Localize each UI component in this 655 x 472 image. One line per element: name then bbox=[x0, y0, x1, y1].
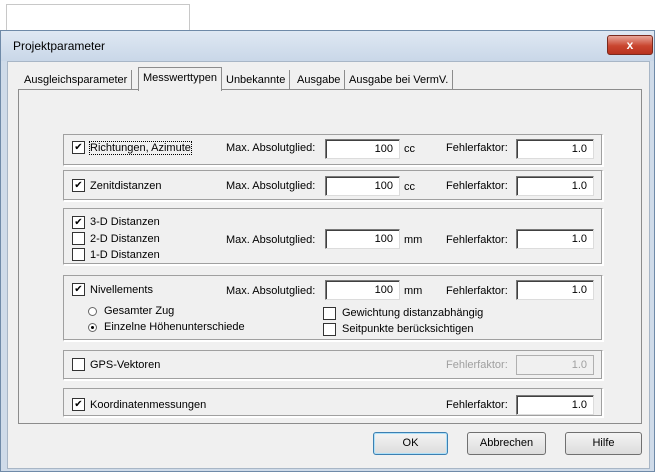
tab-messwerttypen[interactable]: Messwerttypen bbox=[138, 67, 222, 91]
nivellements-label: Nivellements bbox=[90, 284, 153, 296]
tab-ausgleichsparameter[interactable]: Ausgleichsparameter bbox=[20, 70, 133, 90]
title-bar: Projektparameter x bbox=[1, 31, 654, 61]
max-absolutglied-label: Max. Absolutglied: bbox=[226, 234, 316, 246]
einzelne-hoehen-radio[interactable] bbox=[88, 323, 97, 332]
koordinaten-checkbox[interactable]: ✔ bbox=[72, 398, 85, 411]
max-absolutglied-label: Max. Absolutglied: bbox=[226, 142, 316, 154]
distanzen-max-input[interactable]: 100 bbox=[325, 229, 400, 249]
zenit-max-input[interactable]: 100 bbox=[325, 176, 400, 196]
zenit-unit: cc bbox=[404, 181, 415, 193]
fehlerfaktor-label: Fehlerfaktor: bbox=[446, 234, 508, 246]
richtungen-factor-input[interactable]: 1.0 bbox=[516, 139, 594, 159]
ok-button[interactable]: OK bbox=[373, 432, 448, 455]
cancel-button[interactable]: Abbrechen bbox=[467, 432, 546, 455]
koordinaten-factor-input[interactable]: 1.0 bbox=[516, 395, 594, 415]
richtungen-label: Richtungen, Azimute bbox=[89, 141, 192, 155]
close-icon: x bbox=[626, 38, 634, 52]
fehlerfaktor-label: Fehlerfaktor: bbox=[446, 142, 508, 154]
zenit-label: Zenitdistanzen bbox=[90, 180, 162, 192]
seitpunkte-label: Seitpunkte berücksichtigen bbox=[342, 323, 474, 335]
distanz-1d-label: 1-D Distanzen bbox=[90, 249, 160, 261]
gps-label: GPS-Vektoren bbox=[90, 359, 161, 371]
window-title: Projektparameter bbox=[13, 39, 106, 53]
zenit-factor-input[interactable]: 1.0 bbox=[516, 176, 594, 196]
distanz-1d-checkbox[interactable] bbox=[72, 248, 85, 261]
background-field bbox=[6, 4, 190, 32]
gewichtung-label: Gewichtung distanzabhängig bbox=[342, 307, 484, 319]
koordinaten-label: Koordinatenmessungen bbox=[90, 399, 207, 411]
einzelne-hoehen-label: Einzelne Höhenunterschiede bbox=[104, 321, 245, 333]
nivellements-checkbox[interactable]: ✔ bbox=[72, 283, 85, 296]
fehlerfaktor-label: Fehlerfaktor: bbox=[446, 180, 508, 192]
nivellements-unit: mm bbox=[404, 285, 423, 297]
nivellements-max-input[interactable]: 100 bbox=[325, 280, 400, 300]
tab-ausgabe[interactable]: Ausgabe bbox=[293, 70, 346, 90]
distanzen-factor-input[interactable]: 1.0 bbox=[516, 229, 594, 249]
gesamter-zug-radio[interactable] bbox=[88, 307, 97, 316]
fehlerfaktor-label-disabled: Fehlerfaktor: bbox=[446, 359, 508, 371]
richtungen-checkbox[interactable]: ✔ bbox=[72, 141, 85, 154]
gesamter-zug-label: Gesamter Zug bbox=[104, 305, 175, 317]
gps-checkbox[interactable] bbox=[72, 358, 85, 371]
distanz-2d-label: 2-D Distanzen bbox=[90, 233, 160, 245]
richtungen-max-input[interactable]: 100 bbox=[325, 139, 400, 159]
seitpunkte-checkbox[interactable] bbox=[323, 323, 336, 336]
zenit-checkbox[interactable]: ✔ bbox=[72, 179, 85, 192]
richtungen-unit: cc bbox=[404, 143, 415, 155]
gps-factor-input: 1.0 bbox=[516, 355, 594, 375]
close-button[interactable]: x bbox=[607, 35, 653, 55]
distanz-3d-checkbox[interactable]: ✔ bbox=[72, 216, 85, 229]
max-absolutglied-label: Max. Absolutglied: bbox=[226, 180, 316, 192]
distanzen-unit: mm bbox=[404, 234, 423, 246]
tab-unbekannte[interactable]: Unbekannte bbox=[222, 70, 291, 90]
distanz-3d-label: 3-D Distanzen bbox=[90, 216, 160, 228]
nivellements-factor-input[interactable]: 1.0 bbox=[516, 280, 594, 300]
tab-ausgabe-vermv[interactable]: Ausgabe bei VermV. bbox=[345, 70, 454, 90]
gewichtung-checkbox[interactable] bbox=[323, 307, 336, 320]
fehlerfaktor-label: Fehlerfaktor: bbox=[446, 399, 508, 411]
fehlerfaktor-label: Fehlerfaktor: bbox=[446, 285, 508, 297]
distanz-2d-checkbox[interactable] bbox=[72, 232, 85, 245]
max-absolutglied-label: Max. Absolutglied: bbox=[226, 285, 316, 297]
help-button[interactable]: Hilfe bbox=[565, 432, 642, 455]
